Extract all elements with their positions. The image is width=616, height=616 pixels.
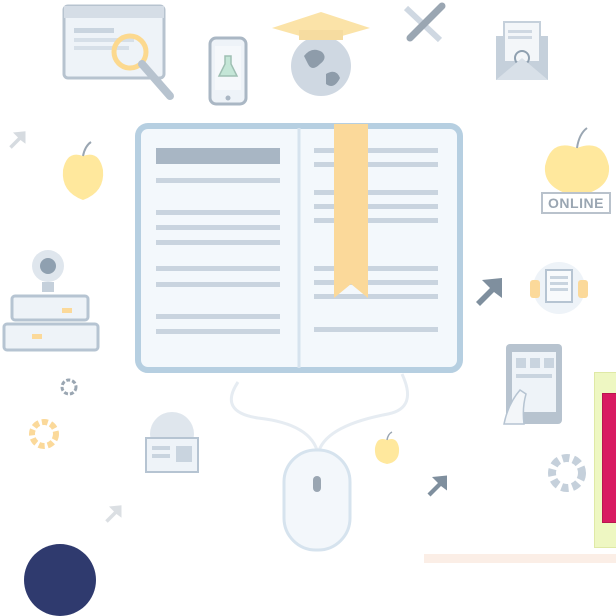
- gear-icon: [26, 416, 62, 452]
- arrow-cursor-icon[interactable]: [426, 474, 450, 498]
- arrow-cursor-icon[interactable]: [474, 276, 506, 308]
- promo-card-accent: [602, 393, 616, 523]
- webcam-icon: [28, 248, 72, 296]
- globe-document-icon: [140, 408, 202, 476]
- apple-icon: [58, 140, 108, 202]
- gear-icon: [58, 376, 80, 398]
- pencil-icon: [400, 2, 448, 46]
- bookmark-icon: [334, 124, 368, 298]
- navy-circle: [24, 544, 96, 616]
- gear-icon: [542, 448, 592, 498]
- open-book-icon: [134, 122, 464, 374]
- online-badge: ONLINE: [541, 192, 611, 214]
- online-apple-icon: [540, 126, 614, 196]
- phone-flask-icon: [208, 36, 250, 108]
- arrow-cursor-icon: [8, 130, 28, 150]
- arrow-cursor-icon: [104, 504, 124, 524]
- mouse-icon[interactable]: [280, 446, 354, 554]
- tablet-touch-icon: [500, 340, 570, 432]
- headset-icon: [524, 256, 594, 322]
- bottom-bar: [424, 554, 616, 563]
- graduation-globe-icon: [266, 8, 376, 100]
- books-stack-icon: [2, 294, 102, 354]
- apple-icon: [372, 430, 402, 466]
- envelope-icon: [490, 18, 554, 84]
- browser-search-icon: [60, 4, 180, 104]
